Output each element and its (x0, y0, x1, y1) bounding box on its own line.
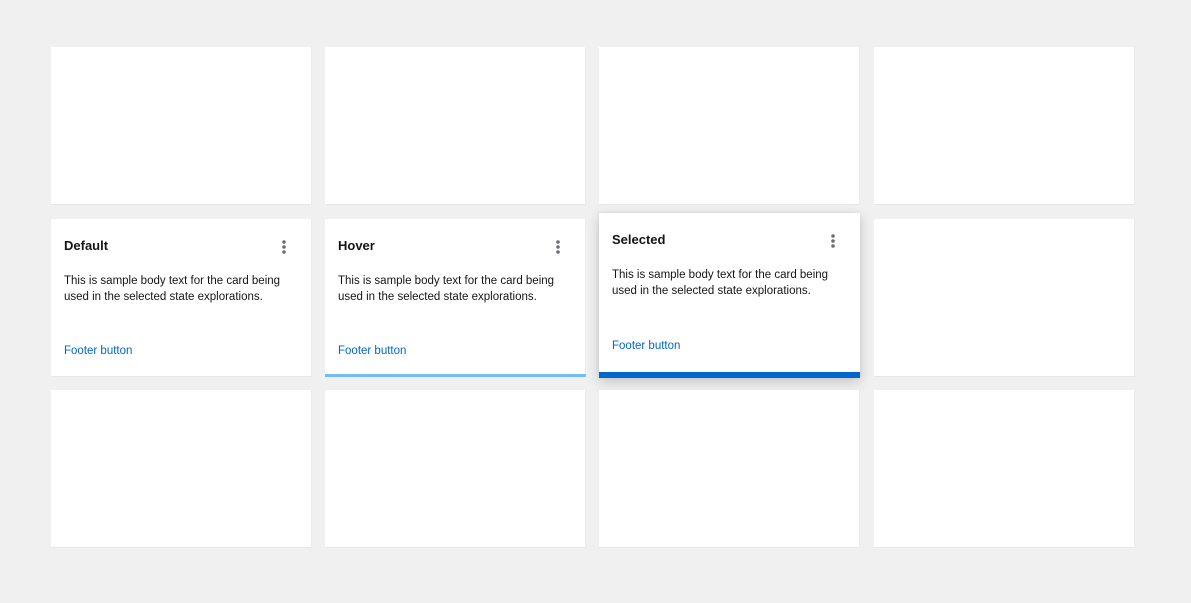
card-body: This is sample body text for the card be… (64, 275, 281, 303)
footer-button[interactable]: Footer button (64, 344, 132, 358)
selected-indicator-bar (599, 372, 860, 378)
empty-card (874, 47, 1135, 205)
card-default[interactable]: Default This is sample body text for the… (51, 219, 312, 377)
empty-card (874, 390, 1135, 548)
kebab-menu-icon[interactable] (553, 239, 563, 255)
empty-card (51, 390, 312, 548)
empty-card (51, 47, 312, 205)
card-title: Selected (612, 232, 666, 247)
kebab-menu-icon[interactable] (828, 233, 838, 249)
empty-card (325, 47, 586, 205)
card-title: Default (64, 238, 109, 253)
card-body: This is sample body text for the card be… (338, 275, 555, 303)
empty-card (874, 219, 1135, 377)
hover-indicator-bar (325, 374, 586, 377)
footer-button[interactable]: Footer button (612, 339, 680, 353)
footer-button[interactable]: Footer button (338, 344, 406, 358)
kebab-menu-icon[interactable] (279, 239, 289, 255)
empty-card (325, 390, 586, 548)
card-body: This is sample body text for the card be… (612, 269, 829, 297)
empty-card (599, 47, 860, 205)
card-selected[interactable]: Selected This is sample body text for th… (599, 213, 860, 378)
card-title: Hover (338, 238, 375, 253)
card-hover[interactable]: Hover This is sample body text for the c… (325, 219, 586, 377)
empty-card (599, 390, 860, 548)
